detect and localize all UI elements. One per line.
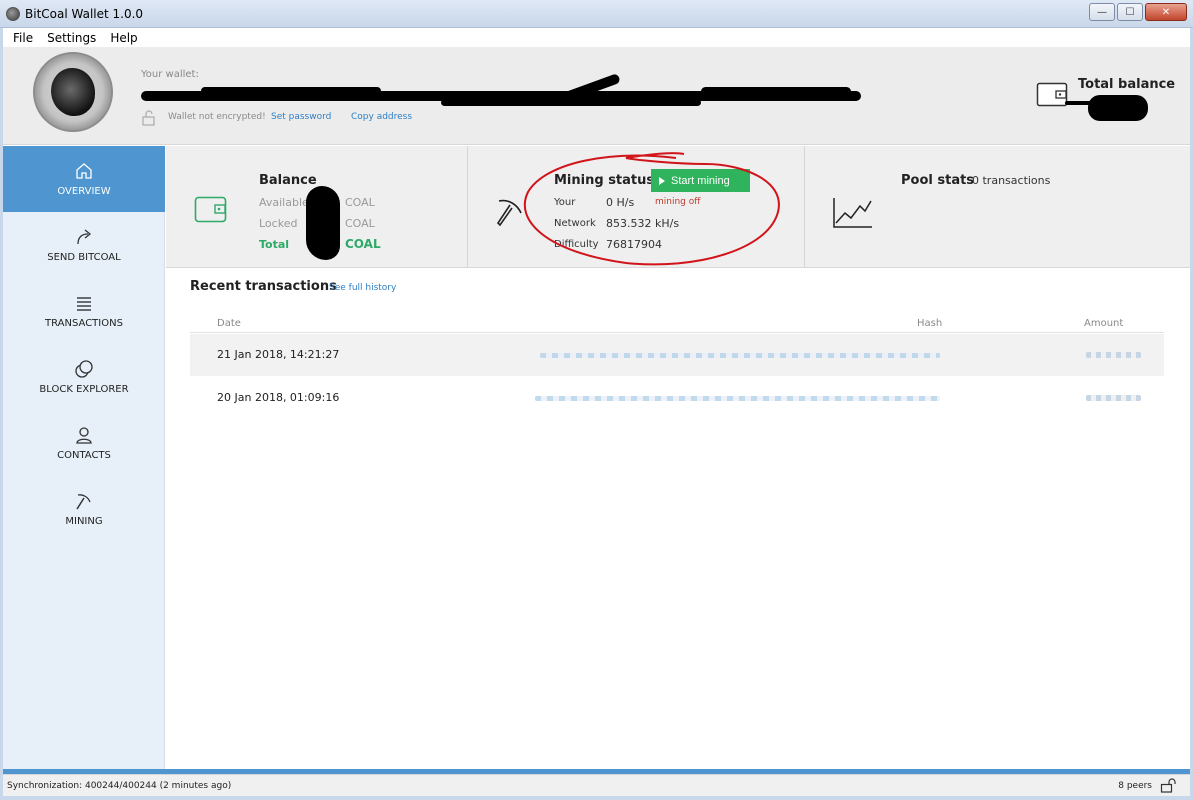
send-arrow-icon [77, 229, 92, 245]
status-bar: Synchronization: 400244/400244 (2 minute… [3, 774, 1190, 796]
play-icon [659, 176, 665, 185]
maximize-button[interactable]: ☐ [1117, 3, 1143, 21]
table-row[interactable]: 20 Jan 2018, 01:09:16 [190, 377, 1164, 419]
minimize-button[interactable]: — [1089, 3, 1115, 21]
card-divider [804, 146, 805, 268]
balance-values-redacted [306, 186, 340, 260]
peers-count: 8 peers [1118, 781, 1152, 791]
pickaxe-icon [76, 494, 91, 510]
nav-label: CONTACTS [57, 450, 111, 461]
home-icon [76, 163, 92, 179]
available-label: Available [259, 196, 309, 209]
table-row[interactable]: 21 Jan 2018, 14:21:27 [190, 334, 1164, 376]
nav-mining[interactable]: MINING [3, 476, 165, 542]
tx-date: 21 Jan 2018, 14:21:27 [217, 348, 340, 361]
mining-status-title: Mining status [554, 173, 655, 188]
difficulty-label: Difficulty [554, 239, 599, 250]
column-hash: Hash [917, 318, 943, 329]
nav-transactions[interactable]: TRANSACTIONS [3, 278, 165, 344]
menu-settings[interactable]: Settings [47, 31, 96, 45]
user-icon [76, 427, 92, 444]
pickaxe-icon [496, 199, 522, 227]
total-balance-value-redacted [1088, 95, 1148, 121]
transactions-table-header: Date Hash Amount [190, 317, 1164, 333]
window-title: BitCoal Wallet 1.0.0 [25, 7, 144, 21]
column-date: Date [217, 318, 241, 329]
nav-label: SEND BITCOAL [47, 252, 121, 263]
balance-title: Balance [259, 173, 317, 188]
tx-hash-redacted[interactable] [535, 396, 940, 401]
total-balance-label: Total balance [1078, 77, 1176, 92]
close-button[interactable]: ✕ [1145, 3, 1187, 21]
tx-date: 20 Jan 2018, 01:09:16 [217, 391, 340, 404]
recent-transactions-title: Recent transactions [190, 279, 337, 294]
menu-bar: File Settings Help [3, 28, 1190, 47]
pool-stats-title: Pool stats [901, 173, 975, 188]
nav-label: OVERVIEW [57, 186, 111, 197]
list-icon [77, 297, 91, 311]
wallet-header: Your wallet: Wallet not encrypted! Set p… [3, 47, 1190, 145]
window-controls: — ☐ ✕ [1089, 3, 1187, 21]
sync-status: Synchronization: 400244/400244 (2 minute… [7, 781, 232, 791]
wallet-icon [1036, 82, 1068, 107]
difficulty-value: 76817904 [606, 238, 662, 251]
nav-label: MINING [65, 516, 103, 527]
your-hashrate-value: 0 H/s [606, 196, 635, 209]
tx-hash-redacted[interactable] [540, 353, 940, 358]
available-unit: COAL [345, 196, 375, 209]
dashboard-cards: Balance Available COAL Locked COAL Total… [166, 146, 1190, 268]
nav-label: TRANSACTIONS [45, 318, 123, 329]
unlocked-icon [142, 110, 155, 126]
sidebar: OVERVIEW SEND BITCOAL TRANSACTIONS BLOCK… [3, 146, 165, 770]
network-hashrate-value: 853.532 kH/s [606, 217, 680, 230]
tx-amount-redacted [1086, 395, 1141, 401]
menu-help[interactable]: Help [110, 31, 137, 45]
title-bar: BitCoal Wallet 1.0.0 — ☐ ✕ [0, 0, 1193, 28]
wallet-address-redacted[interactable] [141, 73, 861, 107]
total-unit: COAL [345, 237, 381, 251]
nav-overview[interactable]: OVERVIEW [3, 146, 165, 212]
coal-lump-icon [51, 68, 95, 116]
tx-amount-redacted [1086, 352, 1141, 358]
column-amount: Amount [1084, 318, 1124, 329]
nav-contacts[interactable]: CONTACTS [3, 410, 165, 476]
wallet-icon [194, 196, 227, 223]
nav-send-bitcoal[interactable]: SEND BITCOAL [3, 212, 165, 278]
not-encrypted-text: Wallet not encrypted! [168, 112, 266, 122]
start-mining-button[interactable]: Start mining [651, 169, 750, 192]
network-hashrate-label: Network [554, 218, 596, 229]
line-chart-icon [833, 198, 872, 228]
mining-state: mining off [655, 197, 701, 207]
nav-block-explorer[interactable]: BLOCK EXPLORER [3, 344, 165, 410]
bitcoal-logo [33, 52, 113, 132]
app-icon [6, 7, 20, 21]
unlocked-icon[interactable] [1160, 778, 1178, 793]
card-divider [467, 146, 468, 268]
your-hashrate-label: Your [554, 197, 576, 208]
coins-icon [75, 360, 93, 378]
total-label: Total [259, 238, 290, 251]
copy-address-link[interactable]: Copy address [351, 112, 412, 122]
see-full-history-link[interactable]: See full history [329, 283, 396, 293]
locked-label: Locked [259, 217, 298, 230]
set-password-link[interactable]: Set password [271, 112, 331, 122]
nav-label: BLOCK EXPLORER [39, 384, 129, 395]
pool-transactions-count: 0 transactions [972, 174, 1051, 187]
wallet-label: Your wallet: [141, 69, 199, 80]
menu-file[interactable]: File [13, 31, 33, 45]
locked-unit: COAL [345, 217, 375, 230]
start-mining-label: Start mining [671, 174, 730, 187]
